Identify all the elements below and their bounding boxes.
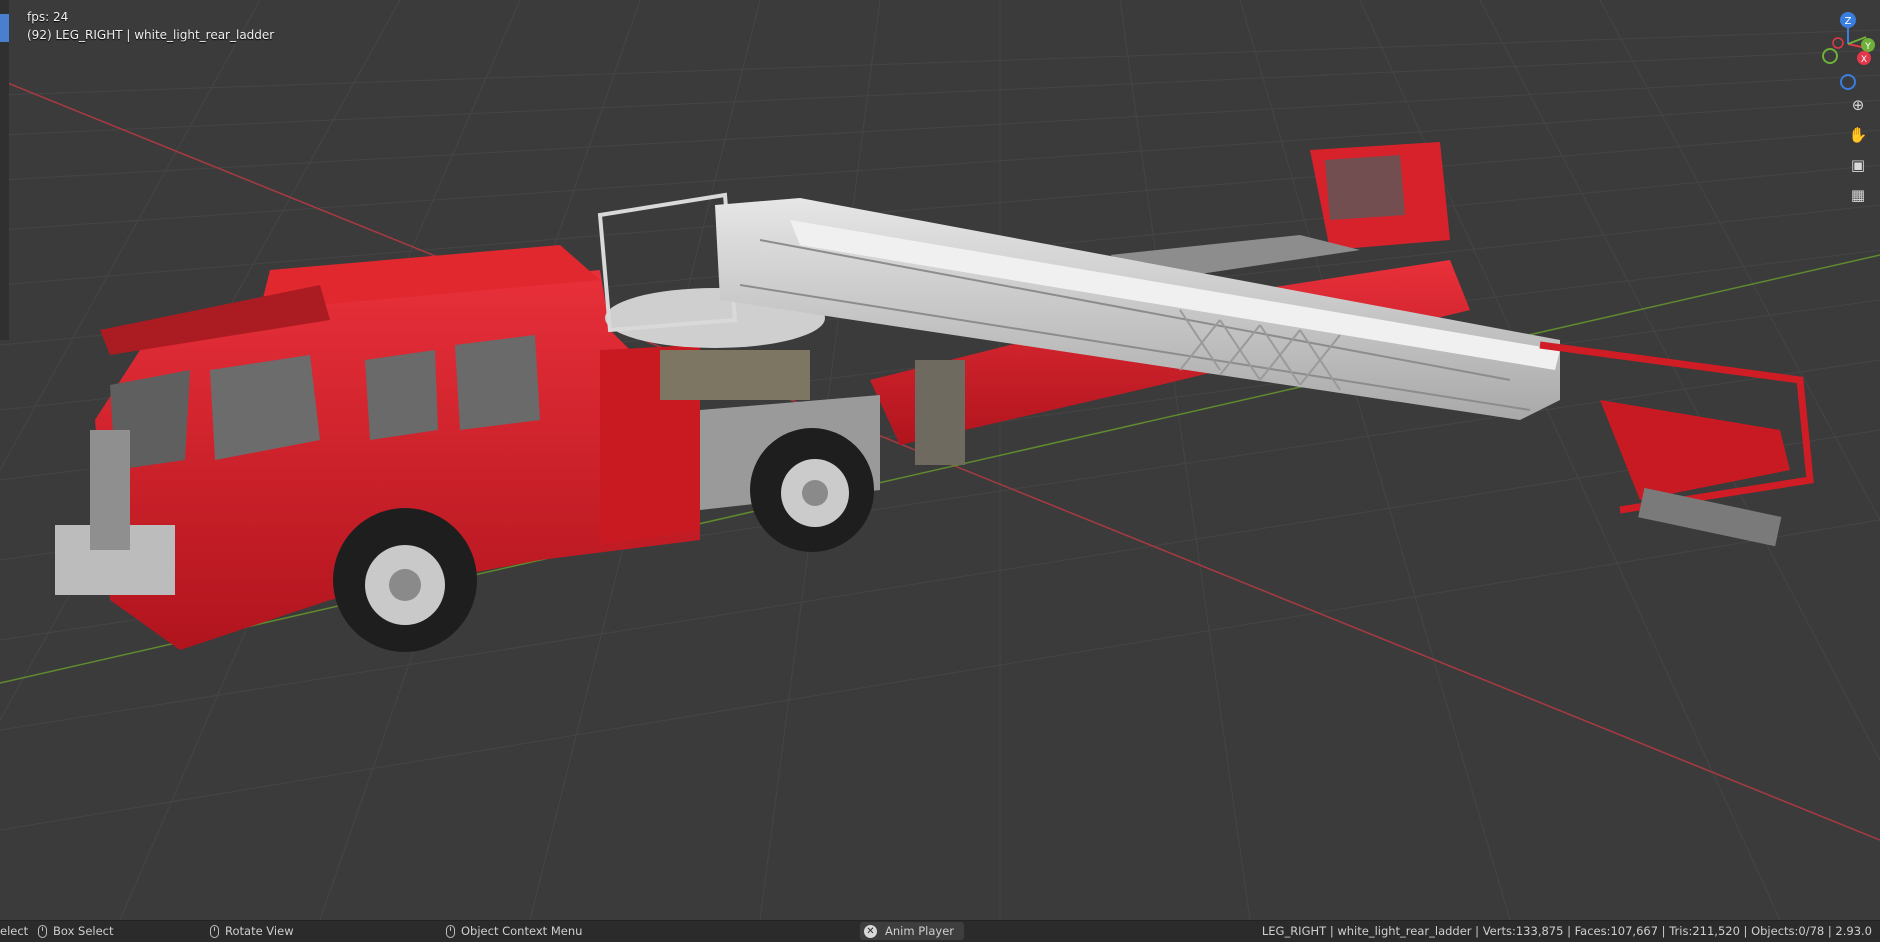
pan-hand-icon[interactable]: ✋ <box>1845 122 1871 148</box>
rear-wheel <box>750 428 874 552</box>
rotate-view-label: Rotate View <box>225 924 294 938</box>
mouse-right-icon <box>446 924 455 938</box>
box-select-label: Box Select <box>53 924 114 938</box>
y-axis-label: Y <box>1864 42 1871 52</box>
select-label: elect <box>0 924 29 938</box>
close-circle-icon[interactable]: ✕ <box>864 924 877 938</box>
toolbar-active-tool[interactable] <box>0 14 9 42</box>
front-wheel <box>333 508 477 652</box>
rotate-view-hint: Rotate View <box>210 924 294 938</box>
3d-viewport[interactable]: fps: 24 (92) LEG_RIGHT | white_light_rea… <box>0 0 1880 920</box>
active-object-info: (92) LEG_RIGHT | white_light_rear_ladder <box>27 28 275 42</box>
context-menu-label: Object Context Menu <box>461 924 583 938</box>
fps-readout: fps: 24 <box>27 10 69 24</box>
toolbar-edge[interactable] <box>0 0 9 340</box>
status-bar: elect Box Select Rotate View Object Cont… <box>0 920 1880 942</box>
select-hint: elect <box>0 924 28 938</box>
anim-player-button[interactable]: ✕ Anim Player <box>860 922 964 940</box>
navigation-gizmo[interactable]: Z Y X <box>1800 0 1880 100</box>
scene-statistics: LEG_RIGHT | white_light_rear_ladder | Ve… <box>1261 924 1872 938</box>
camera-icon[interactable]: ▣ <box>1845 152 1871 178</box>
zoom-icon[interactable]: ⊕ <box>1845 92 1871 118</box>
grid-view-icon[interactable]: ▦ <box>1845 182 1871 208</box>
context-menu-hint: Object Context Menu <box>446 924 582 938</box>
box-select-hint: Box Select <box>38 924 114 938</box>
anim-player-label: Anim Player <box>885 924 954 938</box>
mouse-left-icon <box>38 924 47 938</box>
mouse-middle-icon <box>210 924 219 938</box>
x-axis-label: X <box>1861 55 1867 65</box>
z-axis-label: Z <box>1845 16 1852 27</box>
viewport-scene <box>0 0 1880 920</box>
